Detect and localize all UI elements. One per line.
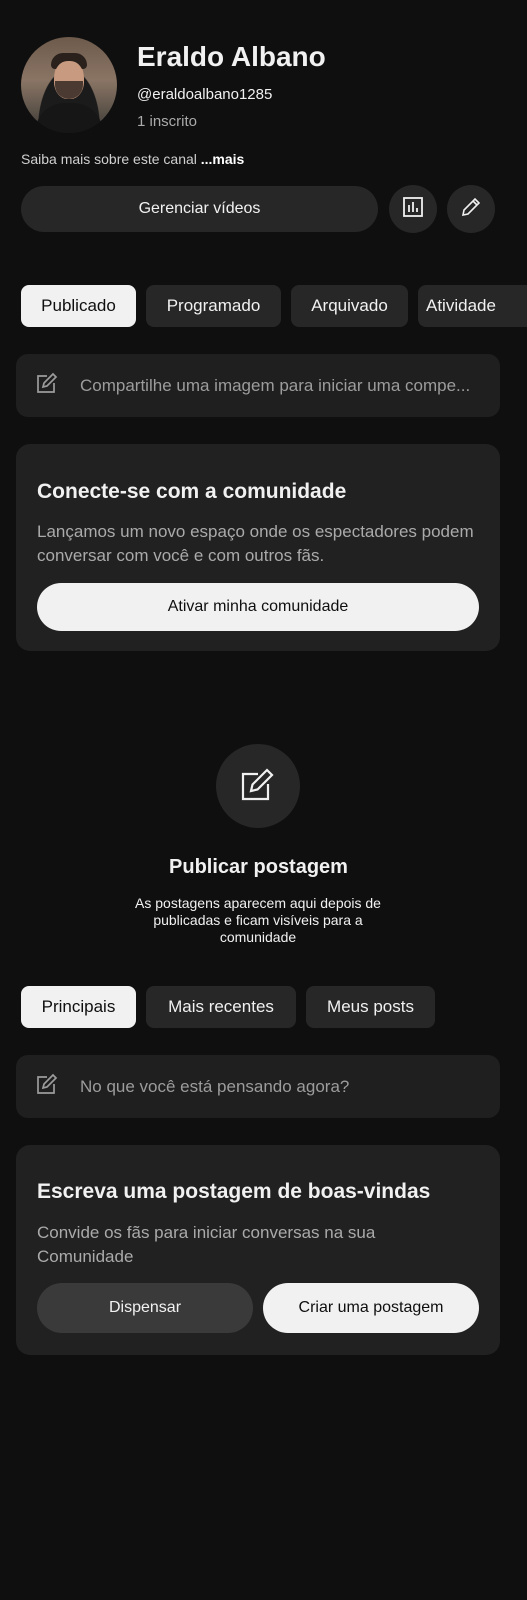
filter-my-posts[interactable]: Meus posts [306, 986, 435, 1028]
compose-placeholder: Compartilhe uma imagem para iniciar uma … [80, 375, 471, 395]
create-post-button[interactable]: Criar uma postagem [263, 1283, 479, 1333]
compose-placeholder: No que você está pensando agora? [80, 1076, 350, 1096]
empty-state-title: Publicar postagem [169, 856, 348, 878]
edit-note-icon [34, 1071, 80, 1102]
channel-name: Eraldo Albano [137, 41, 326, 72]
channel-handle: @eraldoalbano1285 [137, 86, 273, 103]
edit-channel-button[interactable] [447, 185, 495, 233]
channel-avatar[interactable] [21, 37, 117, 133]
analytics-icon [402, 196, 424, 223]
compose-post-field[interactable]: Compartilhe uma imagem para iniciar uma … [16, 354, 500, 417]
welcome-card-title: Escreva uma postagem de boas-vindas [37, 1180, 431, 1203]
filter-top[interactable]: Principais [21, 986, 136, 1028]
about-more-link[interactable]: ...mais [201, 151, 245, 167]
dismiss-button[interactable]: Dispensar [37, 1283, 253, 1333]
publish-post-icon-button [216, 744, 300, 828]
tab-scheduled[interactable]: Programado [146, 285, 281, 327]
community-card: Conecte-se com a comunidade Lançamos um … [16, 444, 500, 651]
tab-archived[interactable]: Arquivado [291, 285, 408, 327]
pencil-icon [459, 195, 483, 224]
community-card-title: Conecte-se com a comunidade [37, 480, 347, 503]
welcome-card-text: Convide os fãs para iniciar conversas na… [37, 1223, 376, 1266]
edit-note-icon [34, 370, 80, 401]
compose-thought-field[interactable]: No que você está pensando agora? [16, 1055, 500, 1118]
manage-videos-button[interactable]: Gerenciar vídeos [21, 186, 378, 232]
subscriber-count: 1 inscrito [137, 113, 198, 130]
edit-note-icon [236, 762, 280, 811]
welcome-post-card: Escreva uma postagem de boas-vindas Conv… [16, 1145, 500, 1355]
empty-state-text: As postagens aparecem aqui depois de pub… [135, 895, 381, 945]
channel-about[interactable]: Saiba mais sobre este canal ...mais [21, 151, 244, 167]
community-card-text: Lançamos um novo espaço onde os espectad… [37, 522, 474, 565]
tab-published[interactable]: Publicado [21, 285, 136, 327]
activate-community-button[interactable]: Ativar minha comunidade [37, 583, 479, 631]
analytics-button[interactable] [389, 185, 437, 233]
tab-activity[interactable]: Atividade [418, 285, 527, 327]
filter-recent[interactable]: Mais recentes [146, 986, 296, 1028]
about-text: Saiba mais sobre este canal [21, 151, 201, 167]
